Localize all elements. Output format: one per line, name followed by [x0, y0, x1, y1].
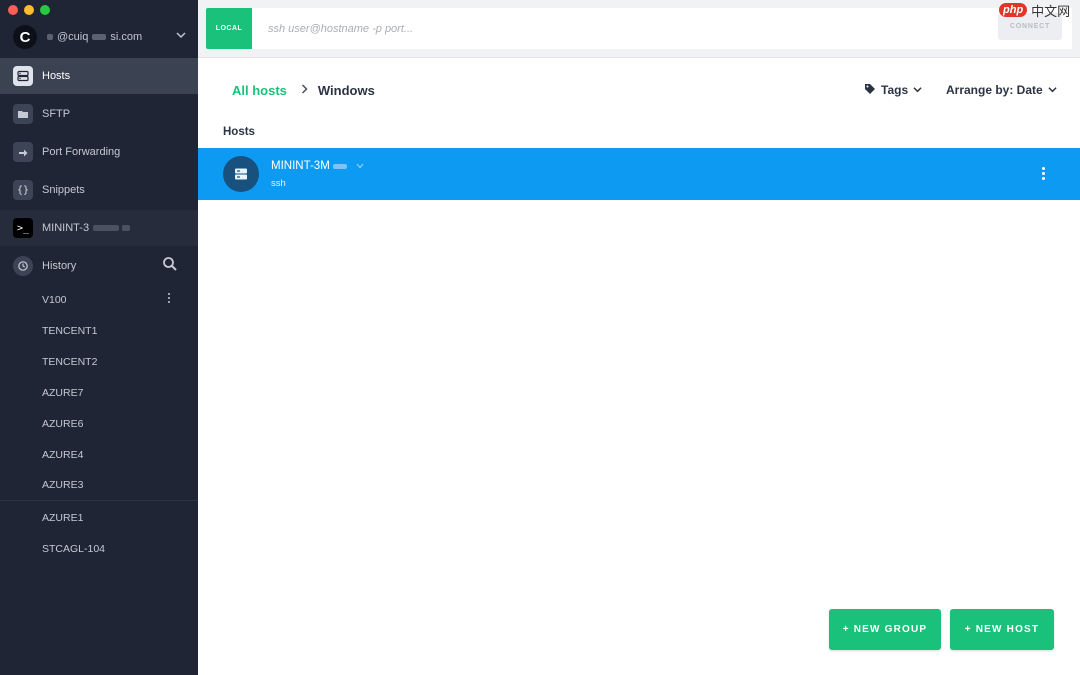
breadcrumb-current: Windows	[317, 82, 375, 98]
sidebar: C @cuiq si.com Hosts SFTP Port Forwardin…	[0, 0, 198, 675]
sidebar-item-label: History	[42, 260, 77, 272]
tag-icon	[864, 83, 876, 98]
sidebar-item-hosts[interactable]: Hosts	[0, 58, 198, 94]
chevron-down-icon	[176, 28, 186, 43]
server-icon	[13, 66, 33, 86]
history-item[interactable]: TENCENT2	[0, 346, 198, 377]
account-email-part2: si.com	[110, 31, 143, 43]
redacted-text	[332, 163, 347, 169]
breadcrumb-all-hosts[interactable]: All hosts	[232, 83, 287, 98]
watermark-badge: php	[999, 3, 1028, 17]
breadcrumb: All hosts Windows	[232, 82, 375, 98]
history-item-label: AZURE1	[42, 511, 84, 524]
arrow-right-icon	[13, 142, 33, 162]
chevron-right-icon	[301, 83, 308, 97]
watermark-text: 中文网	[1031, 3, 1071, 19]
sidebar-item-snippets[interactable]: {} Snippets	[0, 172, 198, 208]
history-item-label: AZURE4	[42, 448, 84, 461]
redacted-text	[122, 225, 131, 231]
account-email: @cuiq si.com	[47, 31, 142, 43]
search-icon[interactable]	[162, 256, 178, 272]
minimize-window-button[interactable]	[24, 5, 34, 15]
history-item-label: TENCENT2	[42, 355, 98, 368]
account-email-part1: @cuiq	[57, 31, 89, 43]
host-subtitle: ssh	[271, 178, 286, 189]
watermark: php 中文网	[999, 0, 1080, 20]
new-host-button[interactable]: + NEW HOST	[950, 609, 1054, 650]
history-item-label: STCAGL-104	[42, 542, 106, 555]
sidebar-item-label: Port Forwarding	[42, 146, 121, 158]
sidebar-item-label: Hosts	[42, 70, 71, 82]
redacted-text	[47, 34, 53, 40]
history-item-label: TENCENT1	[42, 324, 98, 337]
host-name-label: MININT-3M	[271, 160, 330, 172]
sidebar-item-port-forwarding[interactable]: Port Forwarding	[0, 134, 198, 170]
arrange-label: Arrange by: Date	[946, 83, 1043, 97]
history-item-label: V100	[42, 293, 67, 306]
local-terminal-button[interactable]: LOCAL	[206, 8, 252, 49]
sidebar-item-terminal-session[interactable]: >_ MININT-3	[0, 210, 198, 246]
sidebar-item-sftp[interactable]: SFTP	[0, 96, 198, 132]
chevron-down-icon	[1048, 83, 1057, 97]
history-item-label: AZURE7	[42, 386, 84, 399]
history-item-label: AZURE6	[42, 417, 84, 430]
connect-bar: LOCAL CONNECT	[198, 0, 1080, 58]
tags-filter-button[interactable]: Tags	[864, 82, 922, 98]
host-name: MININT-3M	[271, 160, 364, 172]
history-item[interactable]: AZURE3	[0, 470, 198, 501]
history-item[interactable]: STCAGL-104	[0, 533, 198, 564]
more-options-icon[interactable]	[1041, 167, 1045, 180]
history-item[interactable]: TENCENT1	[0, 315, 198, 346]
zoom-window-button[interactable]	[40, 5, 50, 15]
history-item[interactable]: AZURE7	[0, 377, 198, 408]
sidebar-item-label: MININT-3	[42, 222, 90, 234]
sidebar-item-label: Snippets	[42, 184, 85, 196]
history-item[interactable]: V100	[0, 284, 198, 315]
arrange-by-button[interactable]: Arrange by: Date	[946, 82, 1057, 98]
host-row[interactable]: MININT-3M ssh	[198, 148, 1080, 200]
history-item[interactable]: AZURE6	[0, 408, 198, 439]
tags-label: Tags	[881, 83, 909, 97]
terminal-icon: >_	[13, 218, 33, 238]
sidebar-item-history[interactable]: History	[0, 248, 198, 284]
chevron-down-icon	[356, 160, 364, 172]
redacted-text	[92, 34, 107, 40]
chevron-down-icon	[913, 83, 922, 97]
braces-icon: {}	[13, 180, 33, 200]
history-item[interactable]: AZURE4	[0, 439, 198, 470]
account-switcher[interactable]: C @cuiq si.com	[0, 22, 198, 52]
new-group-button[interactable]: + NEW GROUP	[829, 609, 941, 650]
redacted-text	[93, 225, 120, 231]
folder-icon	[13, 104, 33, 124]
close-window-button[interactable]	[8, 5, 18, 15]
section-title-hosts: Hosts	[223, 126, 255, 138]
ssh-command-input[interactable]	[252, 8, 1072, 49]
more-options-icon[interactable]	[168, 293, 171, 303]
server-icon	[223, 156, 259, 192]
window-controls	[8, 5, 50, 15]
sidebar-item-label: SFTP	[42, 108, 71, 120]
history-item-label: AZURE3	[42, 479, 84, 491]
history-icon	[13, 256, 33, 276]
history-item[interactable]: AZURE1	[0, 502, 198, 533]
avatar: C	[13, 25, 37, 49]
